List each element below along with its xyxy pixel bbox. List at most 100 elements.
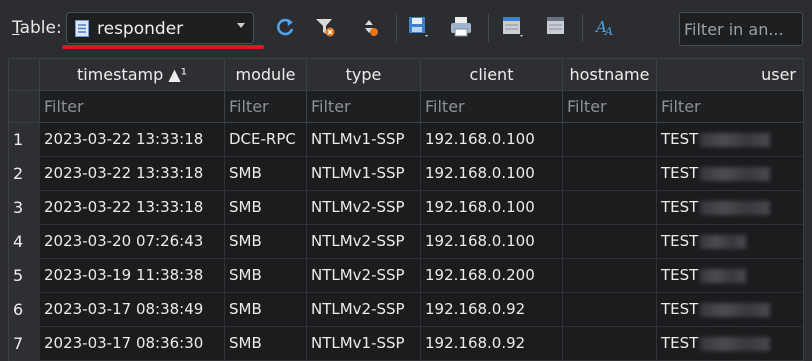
cell-hostname[interactable]: [563, 327, 657, 361]
cell-module[interactable]: SMB: [225, 259, 307, 293]
table-label-mnemonic: T: [12, 18, 20, 38]
toolbar-separator: [396, 14, 397, 42]
cell-timestamp[interactable]: 2023-03-22 13:33:18: [40, 191, 225, 225]
filter-input-client[interactable]: Filter: [421, 91, 563, 123]
redacted-blur: [700, 200, 771, 215]
cell-timestamp[interactable]: 2023-03-17 08:36:30: [40, 327, 225, 361]
column-header-client[interactable]: client: [421, 59, 563, 91]
cell-client[interactable]: 192.168.0.92: [421, 293, 563, 327]
row-number[interactable]: 7: [9, 327, 40, 361]
filter-input-type[interactable]: Filter: [307, 91, 421, 123]
new-record-icon: [503, 17, 523, 37]
annotation-underline: [62, 45, 264, 49]
filter-input-timestamp[interactable]: Filter: [40, 91, 225, 123]
cell-module[interactable]: SMB: [225, 293, 307, 327]
cell-hostname[interactable]: [563, 293, 657, 327]
cell-type[interactable]: NTLMv1-SSP: [307, 327, 421, 361]
cell-client[interactable]: 192.168.0.200: [421, 259, 563, 293]
filter-input-hostname[interactable]: Filter: [563, 91, 657, 123]
row-number[interactable]: 2: [9, 157, 40, 191]
save-table-icon: [409, 17, 428, 37]
cell-type[interactable]: NTLMv2-SSP: [307, 225, 421, 259]
row-number[interactable]: 1: [9, 123, 40, 157]
font-button[interactable]: A A: [593, 14, 619, 40]
cell-user[interactable]: TEST: [657, 225, 803, 259]
table-row[interactable]: 5 2023-03-19 11:38:38 SMB NTLMv2-SSP 192…: [9, 259, 803, 293]
sort-button[interactable]: [357, 14, 383, 40]
cell-timestamp[interactable]: 2023-03-22 13:33:18: [40, 123, 225, 157]
clear-filters-icon: [316, 19, 335, 37]
table-row[interactable]: 1 2023-03-22 13:33:18 DCE-RPC NTLMv1-SSP…: [9, 123, 803, 157]
cell-hostname[interactable]: [563, 259, 657, 293]
print-icon: [451, 17, 471, 37]
table-row[interactable]: 2 2023-03-22 13:33:18 SMB NTLMv1-SSP 192…: [9, 157, 803, 191]
refresh-button[interactable]: [272, 14, 298, 40]
cell-user-text: TEST: [661, 164, 699, 182]
save-table-button[interactable]: [406, 14, 432, 40]
delete-record-button[interactable]: [544, 14, 570, 40]
filter-in-any-column-input[interactable]: Filter in an...: [679, 12, 803, 46]
cell-user-text: TEST: [661, 130, 699, 148]
cell-timestamp[interactable]: 2023-03-17 08:38:49: [40, 293, 225, 327]
print-button[interactable]: [448, 14, 474, 40]
cell-client[interactable]: 192.168.0.100: [421, 225, 563, 259]
cell-client[interactable]: 192.168.0.100: [421, 123, 563, 157]
cell-type[interactable]: NTLMv1-SSP: [307, 123, 421, 157]
cell-module[interactable]: SMB: [225, 225, 307, 259]
row-number[interactable]: 4: [9, 225, 40, 259]
cell-timestamp[interactable]: 2023-03-22 13:33:18: [40, 157, 225, 191]
table-row[interactable]: 7 2023-03-17 08:36:30 SMB NTLMv1-SSP 192…: [9, 327, 803, 361]
cell-hostname[interactable]: [563, 157, 657, 191]
cell-user-text: TEST: [661, 232, 699, 250]
table-row[interactable]: 3 2023-03-22 13:33:18 SMB NTLMv2-SSP 192…: [9, 191, 803, 225]
table-row[interactable]: 4 2023-03-20 07:26:43 SMB NTLMv2-SSP 192…: [9, 225, 803, 259]
cell-hostname[interactable]: [563, 191, 657, 225]
cell-timestamp[interactable]: 2023-03-19 11:38:38: [40, 259, 225, 293]
row-number[interactable]: 3: [9, 191, 40, 225]
toolbar-separator: [582, 14, 583, 42]
redacted-blur: [700, 166, 771, 181]
filter-input-user[interactable]: Filter: [657, 91, 803, 123]
cell-hostname[interactable]: [563, 123, 657, 157]
cell-client[interactable]: 192.168.0.100: [421, 191, 563, 225]
cell-module[interactable]: SMB: [225, 327, 307, 361]
toolbar: Table: responder A A Filter in an...: [0, 0, 812, 58]
column-header-type[interactable]: type: [307, 59, 421, 91]
row-header-corner: [9, 59, 40, 91]
cell-type[interactable]: NTLMv2-SSP: [307, 191, 421, 225]
cell-client[interactable]: 192.168.0.92: [421, 327, 563, 361]
cell-user[interactable]: TEST: [657, 123, 803, 157]
cell-module[interactable]: DCE-RPC: [225, 123, 307, 157]
cell-user[interactable]: TEST: [657, 157, 803, 191]
cell-hostname[interactable]: [563, 225, 657, 259]
cell-user[interactable]: TEST: [657, 327, 803, 361]
cell-type[interactable]: NTLMv2-SSP: [307, 259, 421, 293]
cell-user[interactable]: TEST: [657, 293, 803, 327]
filter-input-module[interactable]: Filter: [225, 91, 307, 123]
column-header-timestamp[interactable]: timestamp ▲¹: [40, 59, 225, 91]
table-select[interactable]: responder: [66, 12, 254, 44]
data-grid: timestamp ▲¹ module type client hostname…: [8, 58, 804, 361]
table-row[interactable]: 6 2023-03-17 08:38:49 SMB NTLMv2-SSP 192…: [9, 293, 803, 327]
filter-row-corner: [9, 91, 40, 123]
new-record-button[interactable]: [500, 14, 526, 40]
column-header-module[interactable]: module: [225, 59, 307, 91]
table-icon: [75, 20, 89, 37]
font-icon: A A: [594, 18, 613, 38]
column-header-user[interactable]: user: [657, 59, 803, 91]
clear-filters-button[interactable]: [312, 14, 338, 40]
cell-timestamp[interactable]: 2023-03-20 07:26:43: [40, 225, 225, 259]
cell-user[interactable]: TEST: [657, 259, 803, 293]
cell-module[interactable]: SMB: [225, 157, 307, 191]
row-number[interactable]: 5: [9, 259, 40, 293]
cell-user[interactable]: TEST: [657, 191, 803, 225]
cell-client[interactable]: 192.168.0.100: [421, 157, 563, 191]
cell-type[interactable]: NTLMv1-SSP: [307, 157, 421, 191]
toolbar-separator: [488, 14, 489, 42]
column-header-hostname[interactable]: hostname: [563, 59, 657, 91]
chevron-down-icon: [237, 23, 245, 28]
svg-text:A: A: [604, 25, 613, 38]
row-number[interactable]: 6: [9, 293, 40, 327]
cell-type[interactable]: NTLMv2-SSP: [307, 293, 421, 327]
cell-module[interactable]: SMB: [225, 191, 307, 225]
